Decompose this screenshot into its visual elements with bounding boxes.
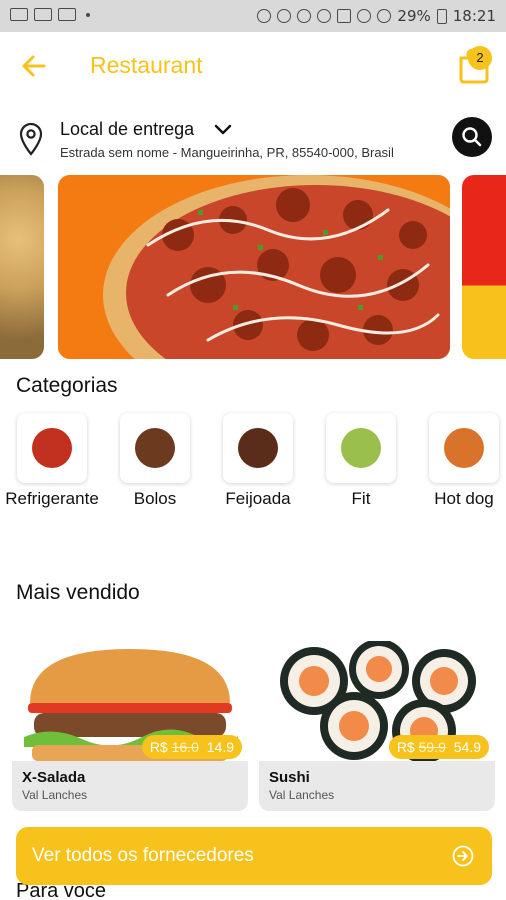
category-tile[interactable] bbox=[326, 413, 396, 483]
message-notification-icon bbox=[34, 8, 52, 21]
cart-count-badge: 2 bbox=[468, 46, 492, 70]
product-card[interactable]: R$ 16.0 14.9 X-Salada Val Lanches bbox=[12, 641, 248, 811]
old-price: 16.0 bbox=[171, 739, 199, 755]
best-sellers-list: R$ 16.0 14.9 X-Salada Val Lanches R$ 59.… bbox=[0, 641, 506, 813]
current-price: 54.9 bbox=[453, 739, 481, 755]
price-badge: R$ 16.0 14.9 bbox=[141, 735, 242, 759]
product-card[interactable]: R$ 59.9 54.9 Sushi Val Lanches bbox=[259, 641, 495, 811]
category-label: Bolos bbox=[133, 489, 177, 508]
category-label: Feijoada bbox=[225, 489, 291, 508]
delivery-address: Estrada sem nome - Mangueirinha, PR, 855… bbox=[60, 145, 394, 160]
category-tile[interactable] bbox=[17, 413, 87, 483]
alarm-status-icon bbox=[297, 9, 312, 23]
search-icon bbox=[462, 127, 482, 147]
system-icons: 29% 18:21 bbox=[257, 7, 496, 25]
view-all-suppliers-label: Ver todos os fornecedores bbox=[32, 845, 254, 866]
category-tile[interactable] bbox=[223, 413, 293, 483]
clock: 18:21 bbox=[452, 7, 496, 25]
no-signal-icon bbox=[357, 9, 372, 23]
category-item[interactable]: Fit bbox=[313, 413, 409, 509]
cake-icon bbox=[135, 428, 175, 468]
arrow-right-circle-icon bbox=[452, 845, 474, 867]
current-price: 14.9 bbox=[206, 739, 234, 755]
sim-status-icon bbox=[337, 9, 352, 23]
hot-dog-icon bbox=[444, 428, 484, 468]
promo-carousel[interactable] bbox=[0, 175, 506, 361]
chevron-down-icon[interactable] bbox=[214, 124, 232, 136]
message-notification-icon bbox=[58, 8, 76, 21]
back-arrow-icon[interactable] bbox=[18, 50, 50, 82]
view-all-suppliers-button[interactable]: Ver todos os fornecedores bbox=[16, 827, 492, 885]
fit-food-icon bbox=[341, 428, 381, 468]
price-currency: R$ bbox=[149, 739, 168, 755]
feijoada-icon bbox=[238, 428, 278, 468]
app-bar: Restaurant 2 bbox=[0, 32, 506, 98]
delivery-location-label[interactable]: Local de entrega bbox=[60, 119, 194, 140]
pizza-image bbox=[58, 175, 450, 359]
old-price: 59.9 bbox=[418, 739, 446, 755]
price-badge: R$ 59.9 54.9 bbox=[388, 735, 489, 759]
search-button[interactable] bbox=[452, 117, 492, 157]
status-bar: 29% 18:21 bbox=[0, 0, 506, 32]
do-not-disturb-icon bbox=[377, 9, 392, 23]
location-pin-icon bbox=[19, 122, 43, 156]
category-item[interactable]: Feijoada bbox=[210, 413, 306, 509]
mute-status-icon bbox=[277, 9, 292, 23]
category-label: Hot dog bbox=[434, 489, 494, 508]
page-title: Restaurant bbox=[90, 52, 203, 78]
category-item[interactable]: Hot dog bbox=[416, 413, 506, 509]
gallery-notification-icon bbox=[10, 8, 28, 21]
more-notifications-icon bbox=[86, 12, 90, 17]
battery-icon bbox=[436, 8, 447, 24]
notification-icons bbox=[10, 8, 90, 21]
wifi-status-icon bbox=[317, 9, 332, 23]
category-item[interactable]: Bolos bbox=[107, 413, 203, 509]
categories-title: Categorias bbox=[16, 374, 118, 397]
category-item[interactable]: Refrigerante bbox=[4, 413, 100, 509]
delivery-location[interactable]: Local de entrega Estrada sem nome - Mang… bbox=[0, 110, 506, 166]
promo-banner-next[interactable] bbox=[462, 175, 506, 359]
categories-list: Refrigerante Bolos Feijoada Fit Hot dog bbox=[0, 413, 506, 513]
product-store: Val Lanches bbox=[22, 788, 88, 802]
category-tile[interactable] bbox=[120, 413, 190, 483]
category-label: Fit bbox=[351, 489, 371, 508]
promo-banner-previous[interactable] bbox=[0, 175, 44, 359]
product-name: X-Salada bbox=[22, 769, 86, 786]
promo-banner-pizza[interactable] bbox=[58, 175, 450, 359]
price-currency: R$ bbox=[396, 739, 415, 755]
product-store: Val Lanches bbox=[269, 788, 335, 802]
category-label: Refrigerante bbox=[5, 489, 99, 508]
location-status-icon bbox=[257, 9, 272, 23]
category-tile[interactable] bbox=[429, 413, 499, 483]
battery-level: 29% bbox=[397, 7, 431, 25]
best-sellers-title: Mais vendido bbox=[16, 581, 140, 604]
product-name: Sushi bbox=[269, 769, 310, 786]
soda-icon bbox=[32, 428, 72, 468]
